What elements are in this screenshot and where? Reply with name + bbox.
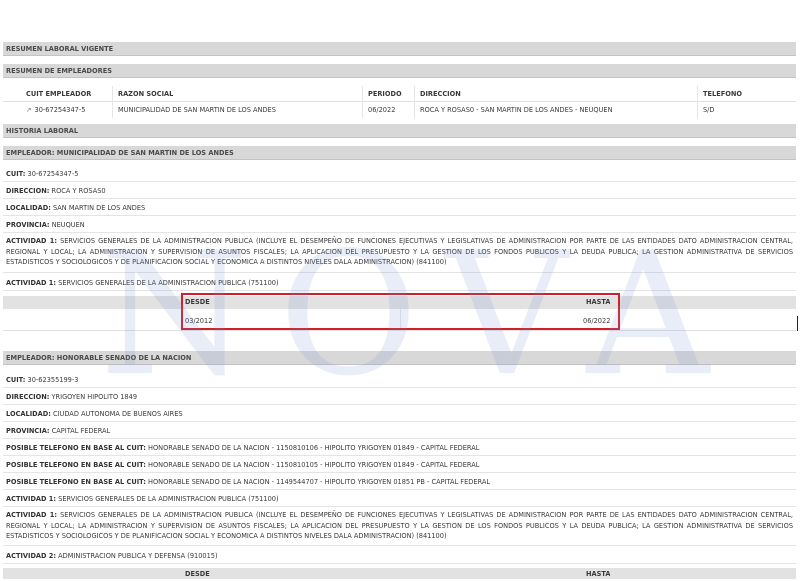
col-periodo: PERIODO: [368, 90, 402, 98]
telefono-value: HONORABLE SENADO DE LA NACION - 11495447…: [148, 478, 490, 486]
actividad-label: ACTIVIDAD 1:: [6, 495, 57, 503]
employer2-provincia-row: PROVINCIA: CAPITAL FEDERAL: [3, 424, 796, 439]
report-page: RESUMEN LABORAL VIGENTE RESUMEN DE EMPLE…: [0, 0, 800, 579]
actividad-label: ACTIVIDAD 2:: [6, 552, 57, 560]
employer2-localidad-row: LOCALIDAD: CIUDAD AUTONOMA DE BUENOS AIR…: [3, 407, 796, 422]
provincia-label: PROVINCIA:: [6, 221, 50, 229]
section-resumen-empleadores: RESUMEN DE EMPLEADORES: [3, 64, 796, 78]
direccion-label: DIRECCION:: [6, 393, 50, 401]
summary-direccion: ROCA Y ROSAS0 - SAN MARTIN DE LOS ANDES …: [420, 106, 613, 114]
divider: [3, 101, 796, 102]
employer1-actividad1-row: ACTIVIDAD 1: SERVICIOS GENERALES DE LA A…: [3, 236, 796, 273]
actividad-label: ACTIVIDAD 1:: [6, 237, 57, 245]
employer2-actividad2-row: ACTIVIDAD 2: ADMINISTRACION PUBLICA Y DE…: [3, 549, 796, 564]
col-cuit-empleador: CUIT EMPLEADOR: [26, 90, 92, 98]
summary-telefono: S/D: [703, 106, 715, 114]
localidad-value: CIUDAD AUTONOMA DE BUENOS AIRES: [52, 410, 183, 418]
direccion-label: DIRECCION:: [6, 187, 50, 195]
link-icon[interactable]: ↗: [26, 103, 32, 117]
hasta-header: HASTA: [586, 298, 611, 306]
col-telefono: TELEFONO: [703, 90, 742, 98]
employer1-actividad1b-row: ACTIVIDAD 1: SERVICIOS GENERALES DE LA A…: [3, 276, 796, 291]
cuit-value: 30-67254347-5: [27, 170, 79, 178]
employer2-tel2-row: POSIBLE TELEFONO EN BASE AL CUIT: HONORA…: [3, 458, 796, 473]
period-header-bg: [3, 296, 796, 309]
employer2-cuit-row: CUIT: 30-62355199-3: [3, 373, 796, 388]
actividad-value: SERVICIOS GENERALES DE LA ADMINISTRACION…: [58, 495, 279, 503]
localidad-label: LOCALIDAD:: [6, 204, 51, 212]
provincia-value: NEUQUEN: [51, 221, 85, 229]
employer2-tel1-row: POSIBLE TELEFONO EN BASE AL CUIT: HONORA…: [3, 441, 796, 456]
telefono-label: POSIBLE TELEFONO EN BASE AL CUIT:: [6, 444, 146, 452]
divider: [414, 86, 415, 118]
actividad-value: ADMINISTRACION PUBLICA Y DEFENSA (910015…: [58, 552, 218, 560]
divider: [400, 309, 401, 330]
col-razon-social: RAZON SOCIAL: [118, 90, 174, 98]
summary-cuit-cell[interactable]: ↗ 30-67254347-5: [26, 103, 85, 117]
summary-periodo: 06/2022: [368, 106, 396, 114]
divider: [112, 86, 113, 118]
localidad-value: SAN MARTIN DE LOS ANDES: [52, 204, 146, 212]
hasta-value: 06/2022: [583, 317, 611, 325]
divider: [697, 86, 698, 118]
actividad-value: SERVICIOS GENERALES DE LA ADMINISTRACION…: [58, 279, 279, 287]
col-direccion: DIRECCION: [420, 90, 461, 98]
desde-value: 03/2012: [185, 317, 213, 325]
telefono-value: HONORABLE SENADO DE LA NACION - 11508101…: [148, 444, 480, 452]
period-header-bg: [3, 568, 796, 579]
divider: [362, 86, 363, 118]
localidad-label: LOCALIDAD:: [6, 410, 51, 418]
cuit-label: CUIT:: [6, 376, 26, 384]
employer2-title: EMPLEADOR: HONORABLE SENADO DE LA NACION: [3, 351, 796, 365]
employer1-title: EMPLEADOR: MUNICIPALIDAD DE SAN MARTIN D…: [3, 146, 796, 160]
employer2-actividad1-row: ACTIVIDAD 1: SERVICIOS GENERALES DE LA A…: [3, 492, 796, 507]
text-cursor: [797, 316, 798, 331]
section-historia-laboral: HISTORIA LABORAL: [3, 124, 796, 138]
actividad-value: SERVICIOS GENERALES DE LA ADMINISTRACION…: [6, 511, 793, 540]
direccion-value: ROCA Y ROSAS0: [51, 187, 106, 195]
divider: [3, 330, 796, 331]
cuit-label: CUIT:: [6, 170, 26, 178]
desde-header: DESDE: [185, 298, 210, 306]
telefono-label: POSIBLE TELEFONO EN BASE AL CUIT:: [6, 478, 146, 486]
direccion-value: YRIGOYEN HIPOLITO 1849: [51, 393, 138, 401]
employer2-actividad1b-row: ACTIVIDAD 1: SERVICIOS GENERALES DE LA A…: [3, 510, 796, 546]
employer2-direccion-row: DIRECCION: YRIGOYEN HIPOLITO 1849: [3, 390, 796, 405]
employer1-cuit-row: CUIT: 30-67254347-5: [3, 167, 796, 182]
employer1-localidad-row: LOCALIDAD: SAN MARTIN DE LOS ANDES: [3, 201, 796, 216]
section-resumen-laboral: RESUMEN LABORAL VIGENTE: [3, 42, 796, 56]
actividad-label: ACTIVIDAD 1:: [6, 279, 57, 287]
employer2-tel3-row: POSIBLE TELEFONO EN BASE AL CUIT: HONORA…: [3, 475, 796, 490]
telefono-value: HONORABLE SENADO DE LA NACION - 11508101…: [148, 461, 480, 469]
telefono-label: POSIBLE TELEFONO EN BASE AL CUIT:: [6, 461, 146, 469]
actividad-value: SERVICIOS GENERALES DE LA ADMINISTRACION…: [6, 237, 793, 266]
provincia-value: CAPITAL FEDERAL: [51, 427, 111, 435]
summary-cuit: 30-67254347-5: [34, 106, 86, 114]
summary-razon-social: MUNICIPALIDAD DE SAN MARTIN DE LOS ANDES: [118, 106, 276, 114]
actividad-label: ACTIVIDAD 1:: [6, 511, 57, 519]
cuit-value: 30-62355199-3: [27, 376, 79, 384]
provincia-label: PROVINCIA:: [6, 427, 50, 435]
employer1-direccion-row: DIRECCION: ROCA Y ROSAS0: [3, 184, 796, 199]
employer1-provincia-row: PROVINCIA: NEUQUEN: [3, 218, 796, 233]
